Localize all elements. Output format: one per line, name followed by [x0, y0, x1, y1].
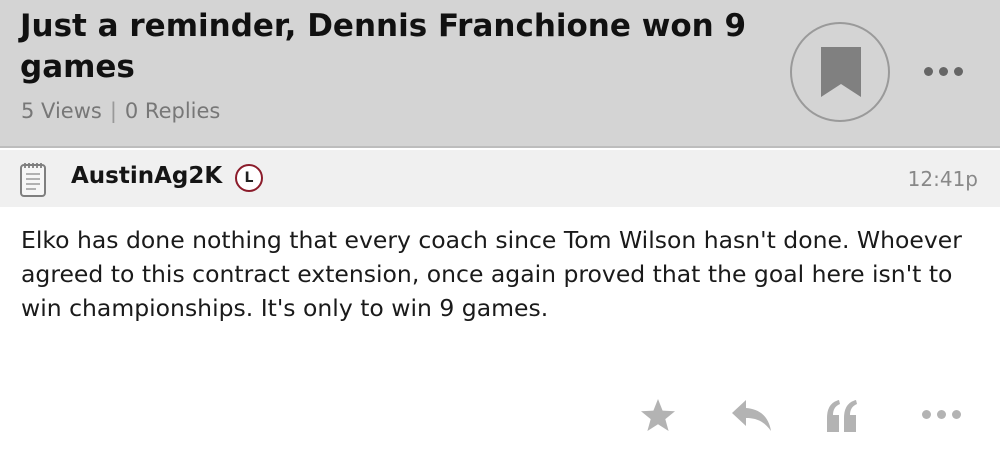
thread-header: Just a reminder, Dennis Franchione won 9… [0, 0, 1000, 148]
bookmark-button[interactable] [790, 22, 890, 122]
post-author[interactable]: AustinAg2K [71, 163, 222, 189]
post-body: Elko has done nothing that every coach s… [21, 226, 962, 322]
post-header: AustinAg2K L 12:41p [0, 150, 1000, 207]
quote-icon [827, 400, 857, 432]
star-icon [641, 399, 675, 431]
star-button[interactable] [640, 390, 680, 440]
replies-count: 0 Replies [124, 99, 221, 123]
post-more-button[interactable] [916, 390, 966, 440]
reply-arrow-icon [732, 400, 771, 431]
more-dots-icon [916, 390, 966, 419]
thread-stats: 5 Views | 0 Replies [21, 99, 220, 123]
bookmark-icon [821, 47, 861, 97]
thread-more-button[interactable] [918, 58, 968, 88]
views-count: 5 Views [21, 99, 102, 123]
more-dots-icon [918, 58, 968, 76]
reply-button[interactable] [730, 390, 776, 440]
user-level-badge: L [235, 164, 263, 192]
notepad-icon [20, 163, 46, 197]
quote-button[interactable] [824, 390, 864, 440]
post-timestamp: 12:41p [907, 167, 978, 191]
thread-title: Just a reminder, Dennis Franchione won 9… [20, 8, 747, 85]
stats-separator: | [109, 99, 117, 123]
